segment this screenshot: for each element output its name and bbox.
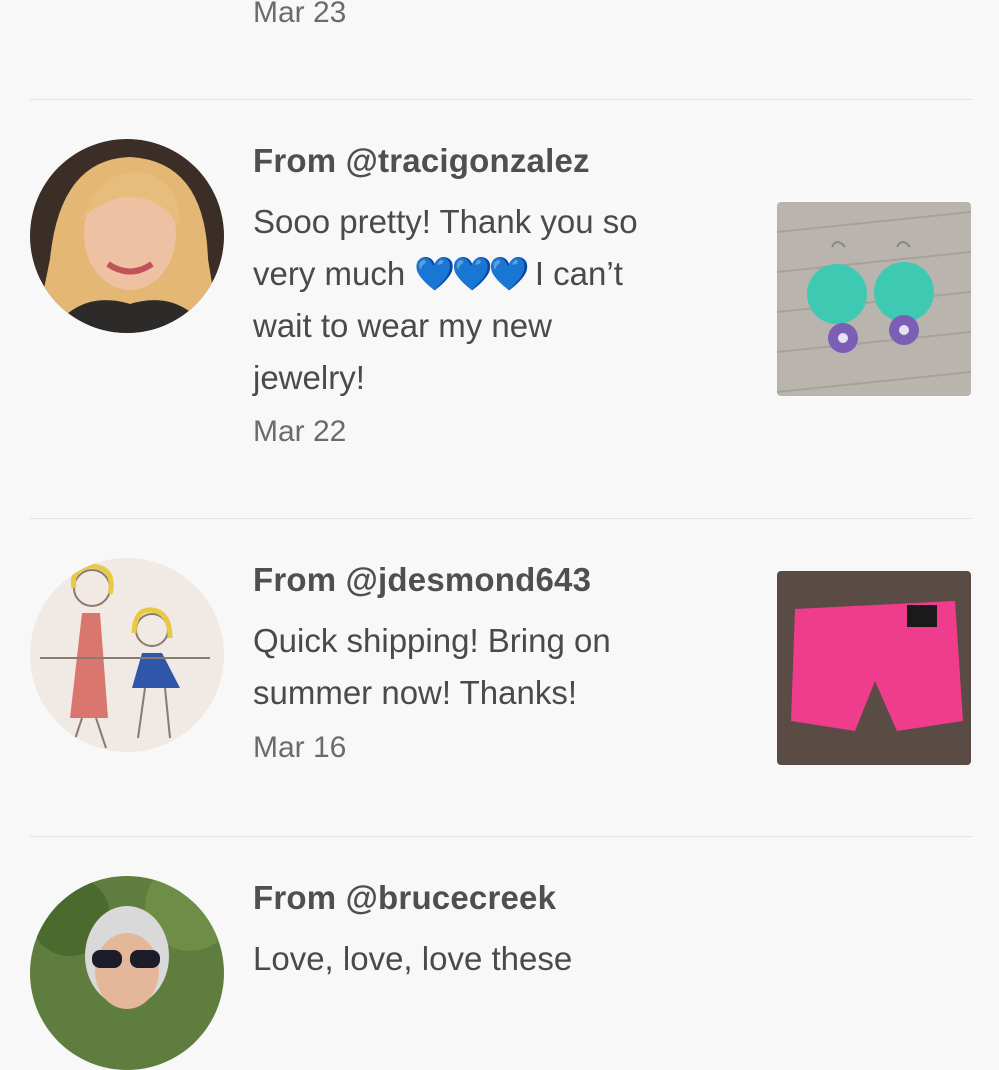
message-line: Sooo pretty! Thank you so (253, 203, 638, 240)
review-message: Sooo pretty! Thank you so very much 💙💙💙 … (253, 196, 743, 404)
divider (30, 518, 972, 519)
avatar[interactable] (30, 558, 224, 752)
avatar[interactable] (30, 876, 224, 1070)
message-line: Quick shipping! Bring on (253, 622, 611, 659)
review-photo-shorts[interactable] (777, 571, 971, 765)
review-message: Love, love, love these (253, 933, 743, 985)
review-author[interactable]: From @brucecreek (253, 879, 556, 917)
divider (30, 836, 972, 837)
avatar[interactable] (30, 139, 224, 333)
review-date: Mar 22 (253, 415, 347, 448)
message-line: wait to wear my new (253, 307, 552, 344)
review-author[interactable]: From @jdesmond643 (253, 561, 591, 599)
review-date: Mar 23 (253, 0, 347, 29)
blue-hearts-emoji: 💙💙💙 (414, 255, 529, 292)
review-author[interactable]: From @tracigonzalez (253, 142, 590, 180)
review-photo-earrings[interactable] (777, 202, 971, 396)
message-line: very much 💙💙💙 I can’t (253, 255, 623, 292)
message-line: summer now! Thanks! (253, 674, 578, 711)
review-message: Quick shipping! Bring on summer now! Tha… (253, 615, 743, 719)
message-line: jewelry! (253, 359, 365, 396)
review-date: Mar 16 (253, 731, 347, 764)
message-line: Love, love, love these (253, 940, 573, 977)
divider (30, 99, 972, 100)
